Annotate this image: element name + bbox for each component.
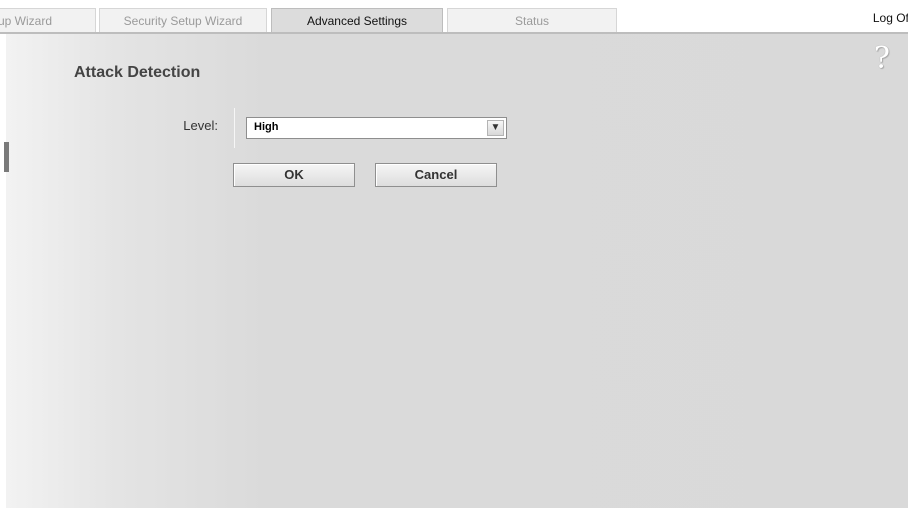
tab-label: Status xyxy=(514,14,550,28)
log-off-link[interactable]: Log Off xyxy=(873,11,908,25)
tab-advanced-settings[interactable]: Advanced Settings xyxy=(271,8,443,32)
level-select[interactable]: High ▼ xyxy=(246,117,507,139)
content-panel xyxy=(6,34,908,508)
tab-status[interactable]: Status xyxy=(447,8,617,32)
level-label: Level: xyxy=(183,118,218,133)
tab-setup-wizard[interactable]: up Wizard xyxy=(0,8,96,32)
tab-label: Advanced Settings xyxy=(306,14,408,28)
level-select-value: High xyxy=(254,121,279,133)
cancel-button[interactable]: Cancel xyxy=(375,163,497,187)
tab-label: up Wizard xyxy=(0,14,53,28)
help-question-icon[interactable]: ? xyxy=(874,44,890,74)
tab-bar: up Wizard Security Setup Wizard Advanced… xyxy=(0,0,908,32)
tab-security-setup-wizard[interactable]: Security Setup Wizard xyxy=(99,8,267,32)
ok-button[interactable]: OK xyxy=(233,163,355,187)
page-title: Attack Detection xyxy=(74,64,201,81)
tab-label: Security Setup Wizard xyxy=(123,14,243,28)
sidebar-collapse-handle[interactable] xyxy=(4,142,9,172)
chevron-down-icon[interactable]: ▼ xyxy=(487,120,504,136)
form-divider xyxy=(234,108,235,148)
